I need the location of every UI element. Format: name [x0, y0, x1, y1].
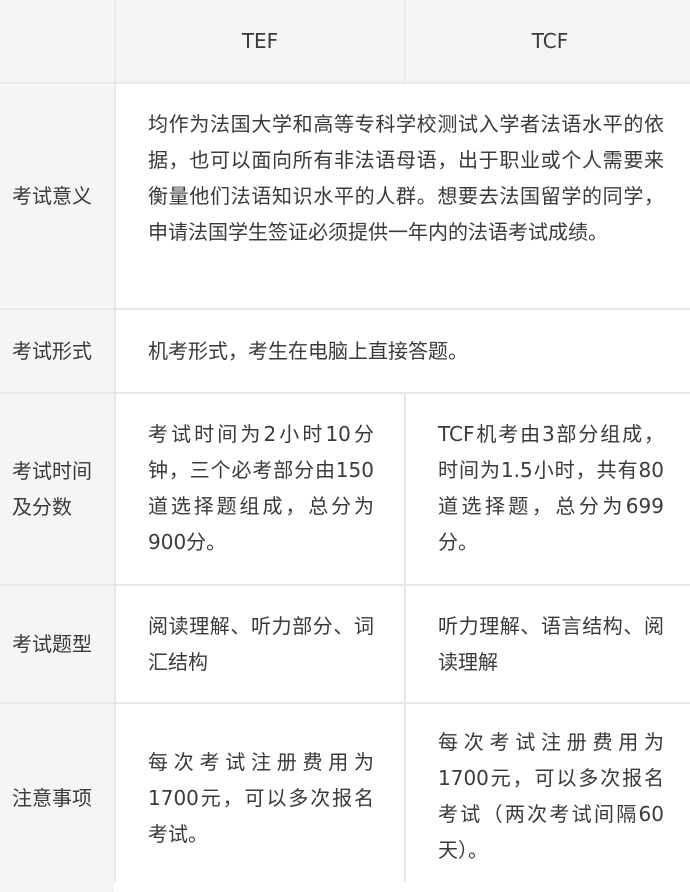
row-tcf-notes: 每次考试注册费用为1700元，可以多次报名考试（两次考试间隔60天）。 [406, 704, 690, 892]
row-label-notes: 注意事项 [0, 704, 114, 892]
row-tef-notes: 每次考试注册费用为1700元，可以多次报名考试。 [116, 704, 404, 892]
row-label-significance: 考试意义 [0, 84, 114, 308]
row-label-time-score: 考试时间及分数 [0, 394, 114, 584]
row-label-question-types: 考试题型 [0, 586, 114, 702]
row-tef-question-types: 阅读理解、听力部分、词汇结构 [116, 586, 404, 702]
table-corner [0, 0, 114, 82]
column-header-tcf: TCF [406, 0, 690, 82]
row-label-format: 考试形式 [0, 310, 114, 392]
row-tcf-question-types: 听力理解、语言结构、阅读理解 [406, 586, 690, 702]
column-header-tef: TEF [116, 0, 404, 82]
row-shared-significance: 均作为法国大学和高等专科学校测试入学者法语水平的依据，也可以面向所有非法语母语，… [116, 84, 690, 308]
row-shared-format: 机考形式，考生在电脑上直接答题。 [116, 310, 690, 392]
row-tef-time-score: 考试时间为2小时10分钟，三个必考部分由150道选择题组成，总分为900分。 [116, 394, 404, 584]
comparison-table: TEF TCF 考试意义 均作为法国大学和高等专科学校测试入学者法语水平的依据，… [0, 0, 690, 892]
row-tcf-time-score: TCF机考由3部分组成，时间为1.5小时，共有80道选择题，总分为699分。 [406, 394, 690, 584]
